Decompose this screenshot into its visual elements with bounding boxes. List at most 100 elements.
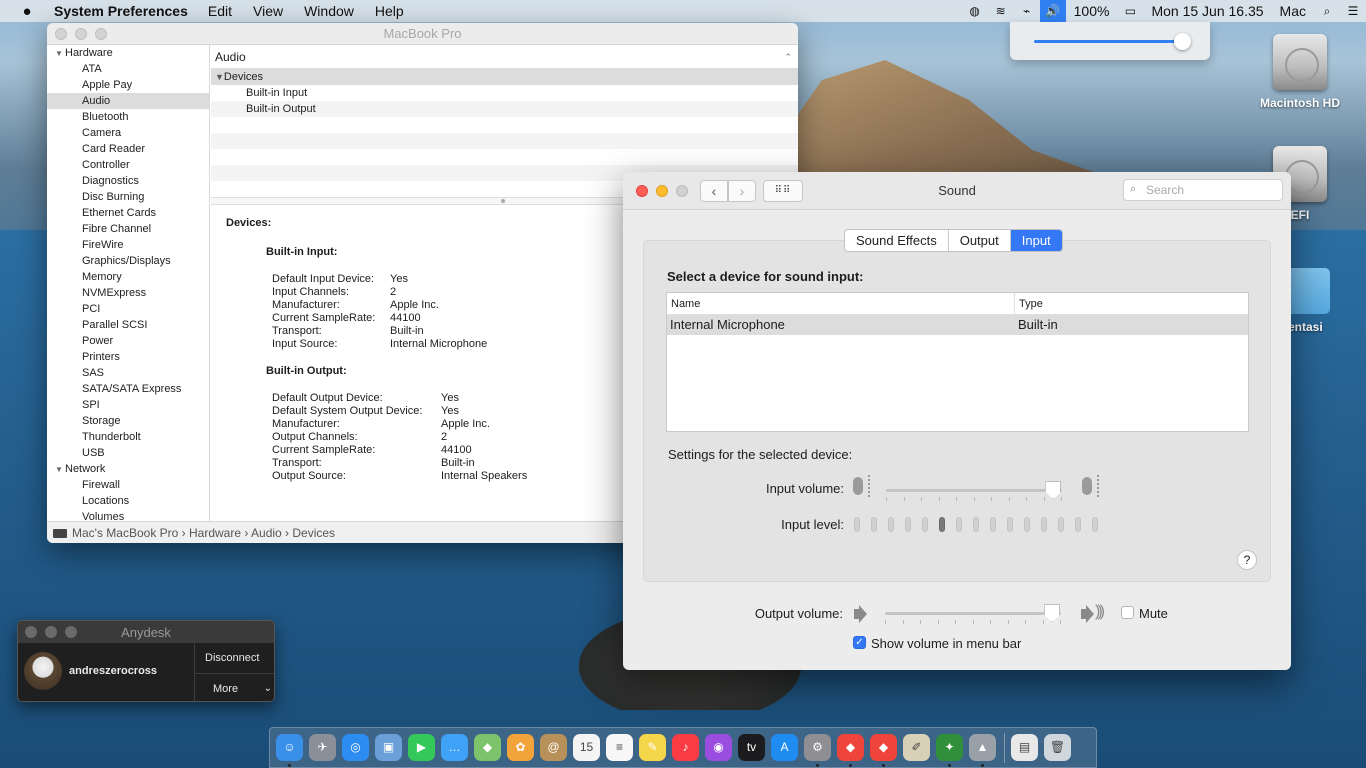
sidebar-item-graphics-displays[interactable]: Graphics/Displays [47,253,209,269]
system-preferences-icon[interactable]: ⚙ [804,734,831,767]
more-button[interactable]: More ⌄ [195,673,274,701]
sidebar-item-volumes[interactable]: Volumes [47,509,209,521]
zoom-button[interactable] [65,626,77,638]
status-globe-icon[interactable]: ◍ [962,0,988,22]
tree-item-built-in-output[interactable]: Built-in Output [211,101,798,117]
menu-app-name[interactable]: System Preferences [54,3,188,19]
disclosure-triangle-icon[interactable]: ▼ [55,46,65,62]
calendar-icon[interactable]: 15 [573,734,600,761]
activity-monitor-icon[interactable]: ⌁ [1014,0,1040,22]
close-button[interactable] [636,185,648,197]
sidebar-item-usb[interactable]: USB [47,445,209,461]
tab-output[interactable]: Output [949,230,1011,251]
menu-clock[interactable]: Mon 15 Jun 16.35 [1151,3,1263,19]
menu-user[interactable]: Mac [1280,3,1306,19]
column-header-type[interactable]: Type [1015,293,1043,314]
forward-button[interactable]: › [728,180,756,202]
close-button[interactable] [55,27,67,40]
anydesk-icon[interactable]: ◆ [837,734,864,767]
apple-menu-icon[interactable]: ● [0,3,54,20]
disclosure-triangle-icon[interactable]: ▼ [215,72,224,82]
notes-icon[interactable]: ✎ [639,734,666,761]
facetime-icon[interactable]: ▶ [408,734,435,761]
sidebar-item-controller[interactable]: Controller [47,157,209,173]
anydesk-alt-icon[interactable]: ◆ [870,734,897,767]
preview-icon[interactable]: ▣ [375,734,402,761]
sidebar-item-thunderbolt[interactable]: Thunderbolt [47,429,209,445]
app-store-icon[interactable]: A [771,734,798,761]
output-volume-track[interactable] [885,612,1061,615]
sidebar-item-ethernet-cards[interactable]: Ethernet Cards [47,205,209,221]
sidebar-item-bluetooth[interactable]: Bluetooth [47,109,209,125]
reminders-icon[interactable]: ≡ [606,734,633,761]
sidebar-item-sata-sata-express[interactable]: SATA/SATA Express [47,381,209,397]
spotlight-search-icon[interactable]: ⌕ [1314,0,1340,22]
tab-input[interactable]: Input [1010,230,1062,251]
sidebar-item-apple-pay[interactable]: Apple Pay [47,77,209,93]
sidebar-item-card-reader[interactable]: Card Reader [47,141,209,157]
document-icon[interactable]: ▤ [1011,734,1038,761]
sidebar-item-nvmexpress[interactable]: NVMExpress [47,285,209,301]
contacts-icon[interactable]: @ [540,734,567,761]
menu-window[interactable]: Window [304,3,354,19]
tab-sound-effects[interactable]: Sound Effects [845,230,949,251]
sidebar-item-firewall[interactable]: Firewall [47,477,209,493]
mute-checkbox[interactable] [1121,606,1134,619]
disclosure-triangle-icon[interactable]: ▼ [55,462,65,478]
launchpad-icon[interactable]: ✈ [309,734,336,761]
anydesk-titlebar[interactable]: Anydesk [18,621,274,643]
collapse-caret-icon[interactable]: ⌃ [784,45,792,69]
volume-popup-track[interactable] [1034,40,1190,43]
notification-center-icon[interactable]: ☰ [1340,0,1366,22]
sidebar-item-disc-burning[interactable]: Disc Burning [47,189,209,205]
status-teamviewer-icon[interactable]: ≋ [988,0,1014,22]
sidebar-item-memory[interactable]: Memory [47,269,209,285]
minimize-button[interactable] [75,27,87,40]
activity-icon[interactable]: ✦ [936,734,963,767]
menu-edit[interactable]: Edit [208,3,232,19]
sidebar-item-parallel-scsi[interactable]: Parallel SCSI [47,317,209,333]
battery-icon[interactable]: ▭ [1117,0,1143,22]
menu-view[interactable]: View [253,3,283,19]
zoom-button[interactable] [676,185,688,197]
close-button[interactable] [25,626,37,638]
sidebar-item-spi[interactable]: SPI [47,397,209,413]
sysinfo-titlebar[interactable]: MacBook Pro [47,23,798,45]
sidebar-item-storage[interactable]: Storage [47,413,209,429]
photos-icon[interactable]: ✿ [507,734,534,761]
sidebar-item-power[interactable]: Power [47,333,209,349]
sidebar-item-pci[interactable]: PCI [47,301,209,317]
show-volume-label[interactable]: Show volume in menu bar [871,636,1021,651]
tree-item-built-in-input[interactable]: Built-in Input [211,85,798,101]
sidebar-item-audio[interactable]: Audio [47,93,209,109]
show-volume-checkbox[interactable]: ✓ [853,636,866,649]
sidebar-group-network[interactable]: ▼ Network [47,461,209,477]
safari-icon[interactable]: ◎ [342,734,369,761]
sidebar-item-camera[interactable]: Camera [47,125,209,141]
zoom-button[interactable] [95,27,107,40]
sidebar-item-printers[interactable]: Printers [47,349,209,365]
messages-icon[interactable]: … [441,734,468,761]
sidebar-item-diagnostics[interactable]: Diagnostics [47,173,209,189]
back-button[interactable]: ‹ [700,180,728,202]
content-header[interactable]: Audio ⌃ [211,45,798,69]
volume-popup-knob[interactable] [1174,33,1192,50]
system-info-icon[interactable]: ▲ [969,734,996,767]
tree-group-devices[interactable]: ▼Devices [211,69,798,85]
mute-label[interactable]: Mute [1139,606,1168,621]
desktop-icon-macintosh-hd[interactable]: Macintosh HD [1250,34,1350,110]
sidebar-item-fibre-channel[interactable]: Fibre Channel [47,221,209,237]
search-input[interactable] [1146,182,1276,198]
sidebar-item-firewire[interactable]: FireWire [47,237,209,253]
tv-icon[interactable]: tv [738,734,765,761]
menu-help[interactable]: Help [375,3,404,19]
maps-icon[interactable]: ◆ [474,734,501,761]
minimize-button[interactable] [656,185,668,197]
sidebar-item-ata[interactable]: ATA [47,61,209,77]
finder-icon[interactable]: ☺ [276,734,303,767]
volume-icon[interactable]: 🔊 [1039,0,1066,22]
sidebar-group-hardware[interactable]: ▼ Hardware [47,45,209,61]
sound-toolbar[interactable]: ‹ › ⠿⠿ Sound ⌕ [623,172,1291,210]
show-all-grid-button[interactable]: ⠿⠿ [763,180,803,202]
table-row[interactable]: Internal Microphone Built-in [667,315,1248,335]
